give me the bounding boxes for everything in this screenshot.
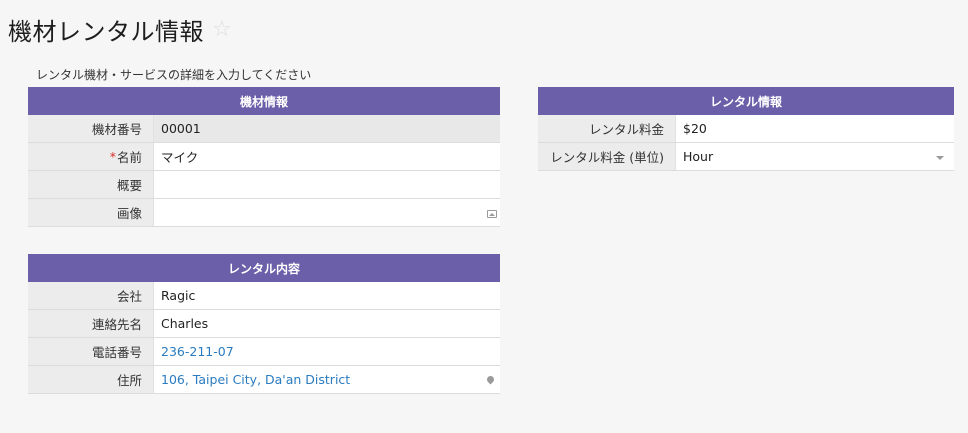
field-label: 概要 <box>28 171 154 198</box>
field-label: 住所 <box>28 366 154 393</box>
company-field[interactable]: Ragic <box>154 282 500 309</box>
field-label: レンタル料金 <box>538 115 676 142</box>
field-row-summary: 概要 <box>28 171 500 199</box>
field-row-phone: 電話番号 236-211-07 <box>28 338 500 366</box>
section-rental-details: レンタル内容 会社 Ragic 連絡先名 Charles 電話番号 236-21… <box>28 254 500 394</box>
summary-field[interactable] <box>154 171 500 198</box>
star-icon[interactable]: ☆ <box>212 17 232 42</box>
field-label: 機材番号 <box>28 115 154 142</box>
field-row-rental-fee: レンタル料金 $20 <box>538 115 954 143</box>
field-label-text: 名前 <box>116 150 142 165</box>
rental-fee-field[interactable]: $20 <box>676 115 954 142</box>
field-label: 会社 <box>28 282 154 309</box>
form-subtitle: レンタル機材・サービスの詳細を入力してください <box>36 68 312 82</box>
field-label: 画像 <box>28 199 154 226</box>
address-link[interactable]: 106, Taipei City, Da'an District <box>161 372 350 387</box>
image-field[interactable] <box>154 199 500 226</box>
map-pin-icon[interactable] <box>485 374 496 385</box>
section-rental-pricing: レンタル情報 レンタル料金 $20 レンタル料金 (単位) Hour <box>538 87 954 171</box>
phone-link[interactable]: 236-211-07 <box>154 338 500 365</box>
contact-name-field[interactable]: Charles <box>154 310 500 337</box>
section-equipment: 機材情報 機材番号 00001 * 名前 マイク 概要 画像 <box>28 87 500 227</box>
rental-fee-unit-select[interactable]: Hour <box>676 143 954 170</box>
page-title-text: 機材レンタル情報 <box>8 18 204 46</box>
address-field[interactable]: 106, Taipei City, Da'an District <box>154 366 500 393</box>
field-label-name: * 名前 <box>28 143 154 170</box>
field-label: 電話番号 <box>28 338 154 365</box>
dropdown-caret-icon[interactable] <box>936 156 944 160</box>
field-row-contact-name: 連絡先名 Charles <box>28 310 500 338</box>
field-label: レンタル料金 (単位) <box>538 143 676 170</box>
field-row-equipment-number: 機材番号 00001 <box>28 115 500 143</box>
section-header-rental-pricing: レンタル情報 <box>538 87 954 115</box>
field-row-address: 住所 106, Taipei City, Da'an District <box>28 366 500 394</box>
field-row-company: 会社 Ragic <box>28 282 500 310</box>
field-row-image: 画像 <box>28 199 500 227</box>
section-header-rental-details: レンタル内容 <box>28 254 500 282</box>
image-icon[interactable] <box>487 210 497 218</box>
name-field[interactable]: マイク <box>154 143 500 170</box>
field-label: 連絡先名 <box>28 310 154 337</box>
page-title: 機材レンタル情報 ☆ <box>8 12 232 47</box>
equipment-number-field[interactable]: 00001 <box>154 115 500 142</box>
selected-unit: Hour <box>683 149 714 164</box>
field-row-rental-fee-unit: レンタル料金 (単位) Hour <box>538 143 954 171</box>
required-mark: * <box>109 149 116 164</box>
section-header-equipment: 機材情報 <box>28 87 500 115</box>
field-row-name: * 名前 マイク <box>28 143 500 171</box>
